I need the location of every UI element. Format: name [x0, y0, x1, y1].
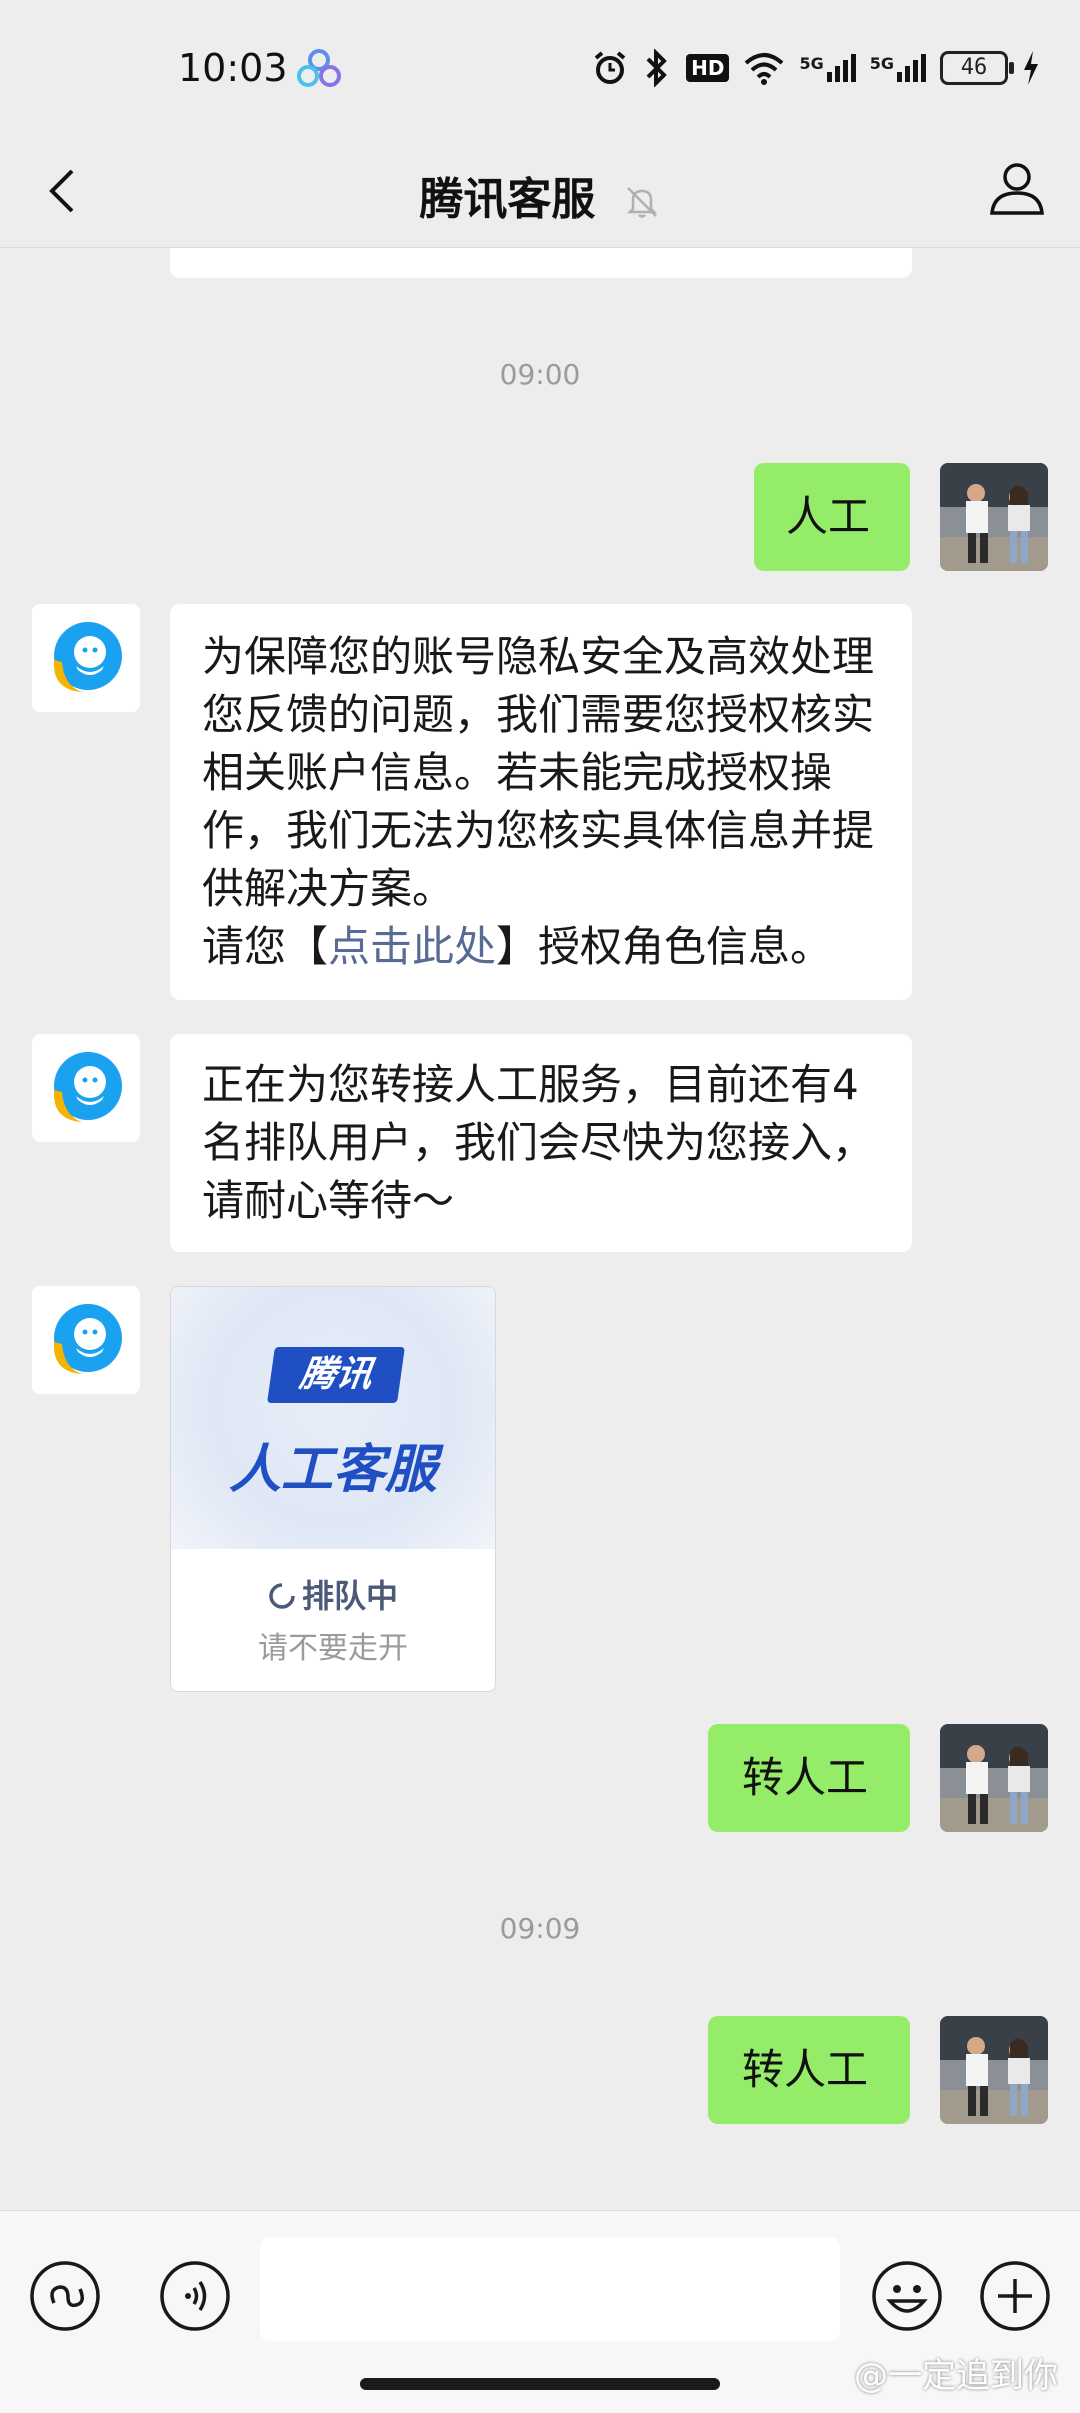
emoji-icon[interactable]: [870, 2259, 944, 2333]
app-notification-icon: [297, 49, 341, 87]
bot-avatar[interactable]: [32, 1286, 140, 1394]
battery-icon: 46: [940, 51, 1014, 85]
incoming-message[interactable]: 为保障您的账号隐私安全及高效处理您反馈的问题，我们需要您授权核实相关账户信息。若…: [170, 604, 912, 1000]
profile-icon[interactable]: [984, 155, 1050, 221]
card-title: 人工客服: [228, 1440, 437, 1500]
bot-avatar[interactable]: [32, 604, 140, 712]
signal-5g-icon: 5G: [799, 54, 856, 82]
message-text: 转人工: [742, 2045, 869, 2094]
message-text-suffix: 】授权角色信息。: [496, 922, 833, 971]
outgoing-message[interactable]: 转人工: [708, 2016, 910, 2124]
user-photo-icon: [940, 1724, 1048, 1832]
card-banner: [171, 1287, 495, 1549]
bot-avatar[interactable]: [32, 1034, 140, 1142]
message-text-prefix: 请您【: [202, 922, 329, 971]
outgoing-message[interactable]: 转人工: [708, 1724, 910, 1832]
queue-status-card[interactable]: 腾讯 人工客服 排队中 请不要走开: [170, 1286, 496, 1692]
user-avatar[interactable]: [940, 463, 1048, 571]
tencent-service-logo-icon: [53, 1052, 122, 1122]
message-input[interactable]: [260, 2237, 840, 2341]
status-icons: HD 5G 5G 46: [592, 46, 1040, 90]
chat-title: 腾讯客服: [0, 163, 1080, 227]
message-text: 为保障您的账号隐私安全及高效处理您反馈的问题，我们需要您授权核实相关账户信息。若…: [202, 632, 875, 913]
mini-program-icon[interactable]: [28, 2259, 102, 2333]
bluetooth-icon: [646, 49, 667, 87]
tencent-service-logo-icon: [53, 1304, 122, 1374]
message-text: 转人工: [742, 1753, 869, 1802]
signal-5g-icon-2: 5G: [870, 54, 926, 82]
home-indicator[interactable]: [360, 2378, 720, 2390]
alarm-icon: [594, 51, 626, 84]
message-text: 人工: [786, 492, 871, 541]
tencent-service-logo-icon: [53, 622, 122, 692]
hd-icon: HD: [686, 54, 730, 82]
authorize-link[interactable]: 点击此处: [328, 922, 496, 971]
user-avatar[interactable]: [940, 2016, 1048, 2124]
timestamp: 09:00: [499, 358, 581, 391]
add-plus-icon[interactable]: [978, 2259, 1052, 2333]
watermark: @一定追到你: [854, 2356, 1058, 2396]
card-subtitle: 请不要走开: [258, 1631, 408, 1666]
message-bubble-partial[interactable]: [170, 248, 912, 278]
voice-input-icon[interactable]: [158, 2259, 232, 2333]
card-status-text: 排队中: [301, 1577, 398, 1615]
status-bar: 10:03 HD 5G 5G 46: [0, 0, 1080, 135]
user-photo-icon: [940, 463, 1048, 571]
card-brand-tag: 腾讯: [267, 1347, 405, 1403]
charging-icon: [1024, 51, 1038, 85]
mute-bell-icon: [626, 187, 657, 218]
user-avatar[interactable]: [940, 1724, 1048, 1832]
nav-bar: 腾讯客服: [0, 135, 1080, 248]
timestamp: 09:09: [499, 1912, 581, 1945]
wifi-icon: [745, 53, 784, 85]
card-queue-status: 排队中: [171, 1571, 495, 1617]
incoming-message[interactable]: 正在为您转接人工服务，目前还有4名排队用户，我们会尽快为您接入，请耐心等待～: [170, 1034, 912, 1252]
status-time: 10:03: [178, 46, 288, 90]
loading-spinner-icon: [269, 1583, 295, 1609]
message-text: 正在为您转接人工服务，目前还有4名排队用户，我们会尽快为您接入，请耐心等待～: [202, 1060, 875, 1225]
chat-area[interactable]: 09:00 人工 为保障您的账号隐私安全及高效处理您反馈的问题，我们需要您授权核…: [0, 248, 1080, 2210]
chat-title-text: 腾讯客服: [419, 174, 596, 225]
outgoing-message[interactable]: 人工: [754, 463, 910, 571]
user-photo-icon: [940, 2016, 1048, 2124]
